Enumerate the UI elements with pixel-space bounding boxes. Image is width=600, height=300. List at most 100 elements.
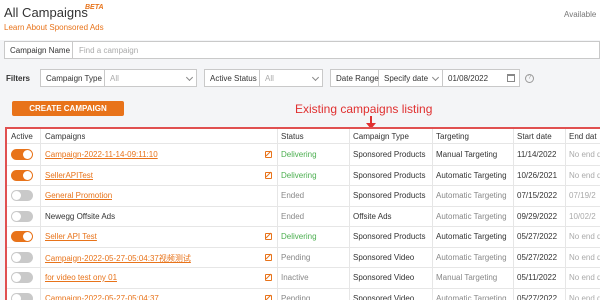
targeting-text: Automatic Targeting — [436, 170, 507, 180]
targeting-text: Automatic Targeting — [436, 232, 507, 241]
toggle-knob — [23, 232, 32, 241]
active-toggle[interactable] — [11, 169, 33, 181]
search-input[interactable]: Find a campaign — [72, 41, 600, 59]
active-toggle[interactable] — [11, 272, 33, 283]
start-date-text: 05/27/2022 — [517, 293, 558, 300]
targeting-text: Automatic Targeting — [436, 211, 507, 221]
column-divider — [432, 129, 433, 300]
header-divider — [7, 143, 600, 144]
column-header-end-date[interactable]: End dat — [569, 132, 597, 141]
calendar-icon[interactable] — [507, 74, 515, 82]
row-divider — [7, 185, 600, 186]
targeting-text: Automatic Targeting — [436, 293, 507, 300]
create-campaign-button[interactable]: CREATE CAMPAIGN — [12, 101, 124, 116]
campaign-type-text: Sponsored Products — [353, 232, 426, 241]
status-text: Delivering — [281, 232, 317, 241]
beta-badge: BETA — [85, 4, 104, 11]
edit-icon[interactable] — [265, 274, 272, 281]
campaign-name-link[interactable]: Campaign-2022-11-14-09:11:10 — [45, 150, 158, 159]
toggle-knob — [23, 170, 32, 180]
column-divider — [565, 129, 566, 300]
filters-label: Filters — [6, 74, 31, 83]
start-date-text: 05/27/2022 — [517, 252, 558, 262]
status-text: Inactive — [281, 273, 309, 282]
date-value: 01/08/2022 — [448, 74, 489, 83]
column-header-start-date[interactable]: Start date — [517, 132, 552, 141]
active-toggle[interactable] — [11, 292, 33, 300]
status-text: Pending — [281, 252, 311, 262]
row-divider — [7, 287, 600, 289]
date-input[interactable]: 01/08/2022 — [443, 69, 520, 87]
campaign-name-link[interactable]: SellerAPITest — [45, 171, 93, 180]
end-date-text: No end d — [569, 273, 600, 282]
start-date-text: 07/15/2022 — [517, 191, 558, 200]
column-header-status[interactable]: Status — [281, 132, 304, 141]
active-status-value: All — [265, 74, 274, 83]
status-text: Ended — [281, 191, 305, 200]
start-date-text: 05/27/2022 — [517, 232, 558, 241]
status-text: Pending — [281, 293, 311, 300]
row-divider — [7, 267, 600, 268]
help-icon[interactable]: ? — [525, 74, 534, 83]
start-date-text: 05/11/2022 — [517, 273, 557, 282]
edit-icon[interactable] — [265, 151, 272, 158]
edit-icon[interactable] — [265, 253, 272, 261]
campaign-type-text: Offsite Ads — [353, 211, 392, 221]
column-divider — [513, 129, 514, 300]
active-toggle[interactable] — [11, 149, 33, 160]
available-text: Available — [564, 10, 597, 19]
targeting-text: Automatic Targeting — [436, 191, 507, 200]
active-status-select[interactable]: All — [260, 69, 323, 87]
campaign-type-text: Sponsored Products — [353, 170, 426, 180]
campaign-type-text: Sponsored Video — [353, 273, 415, 282]
learn-sponsored-ads-link[interactable]: Learn About Sponsored Ads — [4, 23, 104, 32]
row-divider — [7, 226, 600, 227]
column-header-active[interactable]: Active — [11, 132, 33, 141]
toggle-knob — [12, 252, 21, 262]
campaign-name-link[interactable]: Campaign-2022-05-27-05:04:37视频测试 — [45, 253, 191, 264]
campaign-name-link[interactable]: for video test ony 01 — [45, 273, 117, 282]
end-date-text: No end d — [569, 252, 600, 262]
campaign-type-label: Campaign Type — [40, 69, 105, 87]
toggle-knob — [12, 273, 21, 282]
toggle-knob — [12, 191, 21, 200]
column-header-campaigns[interactable]: Campaigns — [45, 132, 85, 141]
targeting-text: Manual Targeting — [436, 273, 498, 282]
chevron-down-icon — [311, 73, 320, 82]
campaign-type-select[interactable]: All — [105, 69, 197, 87]
campaign-type-value: All — [110, 74, 119, 83]
status-text: Delivering — [281, 150, 317, 159]
date-range-mode-select[interactable]: Specify date — [379, 69, 443, 87]
column-header-campaign-type[interactable]: Campaign Type — [353, 132, 409, 141]
row-divider — [7, 205, 600, 207]
end-date-text: No end d — [569, 150, 600, 159]
campaign-name-link[interactable]: Campaign-2022-05-27-05:04:37 — [45, 294, 159, 300]
active-toggle[interactable] — [11, 190, 33, 201]
edit-icon[interactable] — [265, 171, 272, 179]
campaign-name-link[interactable]: General Promotion — [45, 191, 112, 200]
end-date-text: No end d — [569, 170, 600, 180]
date-range-mode-value: Specify date — [384, 74, 429, 83]
start-date-text: 10/26/2021 — [517, 170, 558, 180]
column-divider — [40, 129, 41, 300]
campaign-type-text: Sponsored Video — [353, 293, 415, 300]
end-date-text: 07/19/2 — [569, 191, 596, 200]
campaign-type-text: Sponsored Products — [353, 191, 426, 200]
edit-icon[interactable] — [265, 294, 272, 300]
campaign-type-text: Sponsored Video — [353, 252, 415, 262]
toggle-knob — [12, 211, 21, 221]
row-divider — [7, 164, 600, 166]
column-divider — [277, 129, 278, 300]
row-divider — [7, 246, 600, 248]
edit-icon[interactable] — [265, 233, 272, 240]
date-range-label: Date Range — [330, 69, 379, 87]
column-header-targeting[interactable]: Targeting — [436, 132, 469, 141]
active-toggle[interactable] — [11, 210, 33, 222]
active-toggle[interactable] — [11, 251, 33, 263]
active-toggle[interactable] — [11, 231, 33, 242]
chevron-down-icon — [185, 73, 194, 82]
campaign-name-link: Newegg Offsite Ads — [45, 211, 116, 221]
campaign-name-dropdown[interactable]: Campaign Name — [4, 41, 72, 59]
end-date-text: 10/02/2 — [569, 211, 596, 221]
campaign-name-link[interactable]: Seller API Test — [45, 232, 97, 241]
